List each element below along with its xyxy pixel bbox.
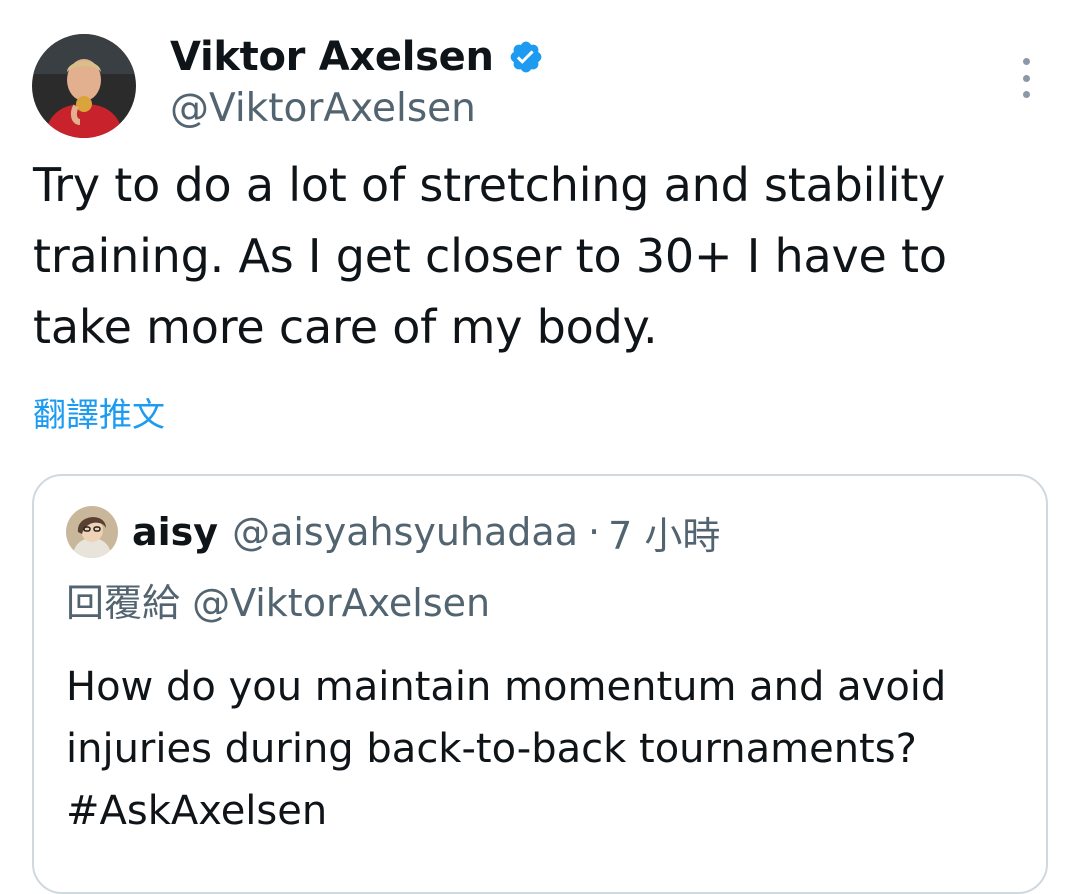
quoted-header: aisy @aisyahsyuhadaa · 7 小時 (132, 506, 720, 558)
more-dot (1022, 58, 1030, 65)
author-avatar[interactable] (32, 34, 136, 138)
author-handle[interactable]: @ViktorAxelsen (170, 86, 476, 131)
author-avatar-image (32, 34, 136, 138)
quoted-tweet[interactable]: aisy @aisyahsyuhadaa · 7 小時 回覆給 @ViktorA… (32, 474, 1048, 894)
more-dot (1022, 91, 1030, 98)
separator-dot: · (588, 510, 601, 554)
author-display-name[interactable]: Viktor Axelsen (170, 34, 494, 80)
author-name-row: Viktor Axelsen (170, 30, 544, 84)
quoted-author-handle[interactable]: @aisyahsyuhadaa (232, 510, 578, 554)
verified-badge-icon[interactable] (508, 39, 544, 75)
tweet-text: Try to do a lot of stretching and stabil… (33, 158, 947, 354)
quoted-tweet-text: How do you maintain momentum and avoid i… (66, 664, 947, 834)
tweet-card: Viktor Axelsen @ViktorAxelsen Try to do … (0, 0, 1073, 894)
translate-tweet-link[interactable]: 翻譯推文 (33, 388, 165, 436)
quoted-author-avatar-image (66, 506, 118, 558)
quoted-author-avatar[interactable] (66, 506, 118, 558)
quoted-author-name[interactable]: aisy (132, 510, 218, 554)
quoted-timestamp[interactable]: 7 小時 (608, 505, 720, 560)
reply-to-line: 回覆給 @ViktorAxelsen (66, 581, 491, 625)
more-options-icon[interactable] (1014, 58, 1038, 98)
more-dot (1022, 74, 1030, 82)
